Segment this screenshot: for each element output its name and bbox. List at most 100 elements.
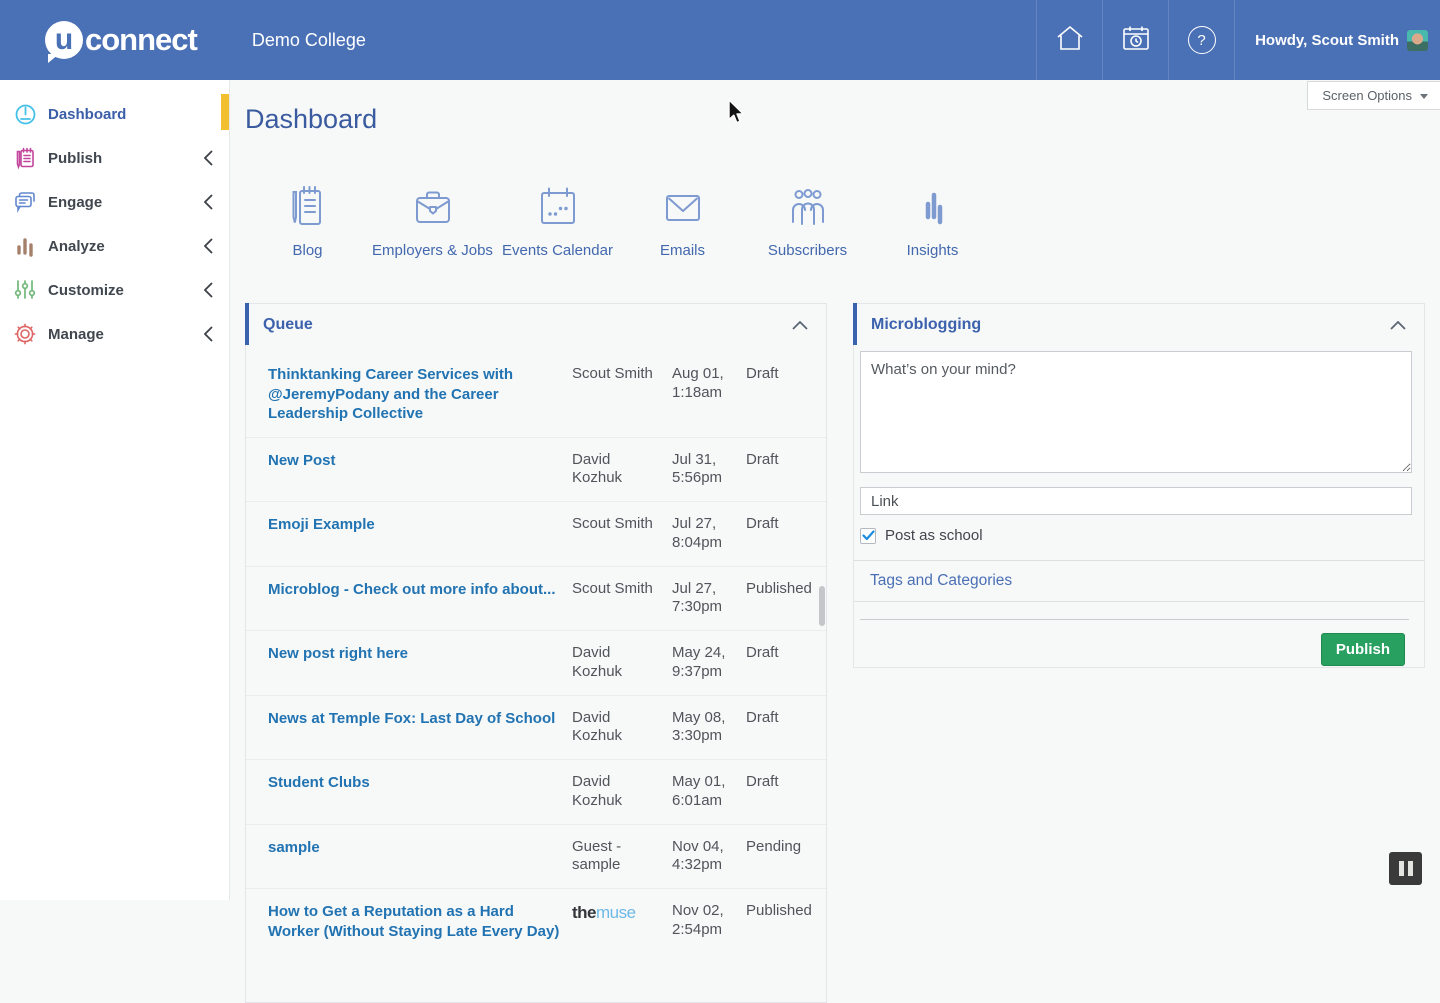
greeting-text: Howdy, Scout Smith [1255, 32, 1399, 49]
brand-bubble: u [45, 21, 83, 59]
sidebar-item-dashboard[interactable]: Dashboard [0, 92, 229, 136]
post-as-school-label[interactable]: Post as school [885, 527, 983, 544]
queue-post-link[interactable]: New post right here [268, 644, 572, 664]
queue-post-author: Scout Smith [572, 515, 658, 534]
help-icon [1188, 26, 1216, 54]
composer-textarea[interactable] [860, 351, 1412, 473]
post-as-school-row: Post as school [860, 527, 1424, 544]
microblogging-header: Microblogging [854, 304, 1424, 346]
quicklink-employers-jobs[interactable]: Employers & Jobs [370, 168, 495, 260]
queue-post-date: Nov 02, 2:54pm [672, 902, 732, 940]
quicklink-label: Events Calendar [502, 242, 613, 260]
queue-row: New post right here David Kozhuk May 24,… [246, 630, 826, 695]
sidebar-item-label: Customize [48, 282, 124, 299]
avatar [1407, 30, 1428, 51]
quicklink-insights[interactable]: Insights [870, 168, 995, 260]
queue-post-link[interactable]: How to Get a Reputation as a Hard Worker… [268, 902, 572, 941]
queue-row: New Post David Kozhuk Jul 31, 5:56pm Dra… [246, 437, 826, 502]
chevron-left-icon [204, 238, 213, 254]
queue-post-link[interactable]: New Post [268, 451, 572, 471]
chat-icon [13, 190, 37, 214]
briefcase-icon [409, 168, 457, 230]
queue-post-date: Aug 01, 1:18am [672, 365, 732, 403]
insights-bars-icon [909, 168, 957, 230]
queue-post-status: Published [746, 902, 812, 919]
people-icon [784, 168, 832, 230]
envelope-icon [659, 168, 707, 230]
sidebar-item-label: Analyze [48, 238, 105, 255]
queue-post-status: Draft [746, 644, 812, 661]
queue-post-date: May 24, 9:37pm [672, 644, 732, 682]
quicklink-blog[interactable]: Blog [245, 168, 370, 260]
events-calendar-icon [534, 168, 582, 230]
queue-post-link[interactable]: Student Clubs [268, 773, 572, 793]
sidebar-item-engage[interactable]: Engage [0, 180, 229, 224]
queue-row: Student Clubs David Kozhuk May 01, 6:01a… [246, 759, 826, 824]
quicklink-label: Subscribers [768, 242, 847, 260]
caret-down-icon [1420, 94, 1428, 99]
calendar-button[interactable] [1102, 0, 1168, 80]
tags-and-categories-toggle[interactable]: Tags and Categories [854, 560, 1424, 602]
chevron-left-icon [204, 282, 213, 298]
quicklink-subscribers[interactable]: Subscribers [745, 168, 870, 260]
queue-post-date: Jul 27, 8:04pm [672, 515, 732, 553]
post-as-school-checkbox[interactable] [860, 528, 876, 544]
pause-button[interactable] [1389, 852, 1422, 885]
school-name: Demo College [252, 30, 366, 51]
queue-post-link[interactable]: Thinktanking Career Services with @Jerem… [268, 365, 572, 424]
queue-title: Queue [263, 316, 313, 334]
queue-post-link[interactable]: Microblog - Check out more info about... [268, 580, 572, 600]
bar-chart-icon [13, 234, 37, 258]
quicklinks-row: Blog Employers & Jobs [245, 168, 995, 260]
gauge-icon [13, 102, 37, 126]
queue-post-link[interactable]: News at Temple Fox: Last Day of School [268, 709, 572, 729]
queue-post-link[interactable]: sample [268, 838, 572, 858]
sidebar-item-customize[interactable]: Customize [0, 268, 229, 312]
publish-button[interactable]: Publish [1321, 633, 1405, 666]
queue-post-author: David Kozhuk [572, 709, 658, 747]
tags-and-categories-label: Tags and Categories [870, 572, 1012, 589]
quicklink-emails[interactable]: Emails [620, 168, 745, 260]
home-button[interactable] [1036, 0, 1102, 80]
microblogging-panel: Microblogging Post as school Tags and Ca… [853, 303, 1425, 668]
queue-post-status: Published [746, 580, 812, 597]
queue-row: How to Get a Reputation as a Hard Worker… [246, 888, 826, 954]
queue-row: Thinktanking Career Services with @Jerem… [246, 352, 826, 437]
chevron-left-icon [204, 194, 213, 210]
panel-accent-bar [853, 303, 857, 345]
sidebar-item-analyze[interactable]: Analyze [0, 224, 229, 268]
chevron-left-icon [204, 326, 213, 342]
sidebar-item-label: Manage [48, 326, 104, 343]
sidebar-item-publish[interactable]: Publish [0, 136, 229, 180]
pause-icon [1399, 861, 1404, 876]
help-button[interactable] [1168, 0, 1234, 80]
queue-post-date: Jul 27, 7:30pm [672, 580, 732, 618]
brand-text: connect [85, 22, 197, 58]
queue-scrollbar-thumb[interactable] [819, 586, 825, 626]
screen-options-button[interactable]: Screen Options [1307, 81, 1440, 110]
quicklink-events-calendar[interactable]: Events Calendar [495, 168, 620, 260]
queue-post-status: Draft [746, 709, 812, 726]
sidebar-item-label: Engage [48, 194, 102, 211]
sidebar-item-label: Dashboard [48, 106, 126, 123]
quicklink-label: Blog [292, 242, 322, 260]
queue-panel: Queue Thinktanking Career Services with … [245, 303, 827, 1003]
queue-row: Emoji Example Scout Smith Jul 27, 8:04pm… [246, 501, 826, 566]
link-input[interactable] [860, 487, 1412, 515]
screen-options-label: Screen Options [1322, 88, 1412, 103]
sidebar: Dashboard Publish Engage [0, 80, 230, 900]
queue-header: Queue [246, 304, 826, 346]
user-menu[interactable]: Howdy, Scout Smith [1234, 0, 1440, 80]
topbar-actions: Howdy, Scout Smith [1036, 0, 1440, 80]
queue-post-author: David Kozhuk [572, 773, 658, 811]
sidebar-item-manage[interactable]: Manage [0, 312, 229, 356]
queue-post-status: Draft [746, 773, 812, 790]
quicklink-label: Insights [907, 242, 959, 260]
main-content: Screen Options Dashboard Blog [230, 80, 1440, 900]
collapse-chevron-icon[interactable] [1390, 321, 1406, 330]
queue-post-link[interactable]: Emoji Example [268, 515, 572, 535]
uconnect-logo[interactable]: u connect [45, 21, 197, 59]
queue-post-date: Jul 31, 5:56pm [672, 451, 732, 489]
sidebar-item-label: Publish [48, 150, 102, 167]
collapse-chevron-icon[interactable] [792, 321, 808, 330]
